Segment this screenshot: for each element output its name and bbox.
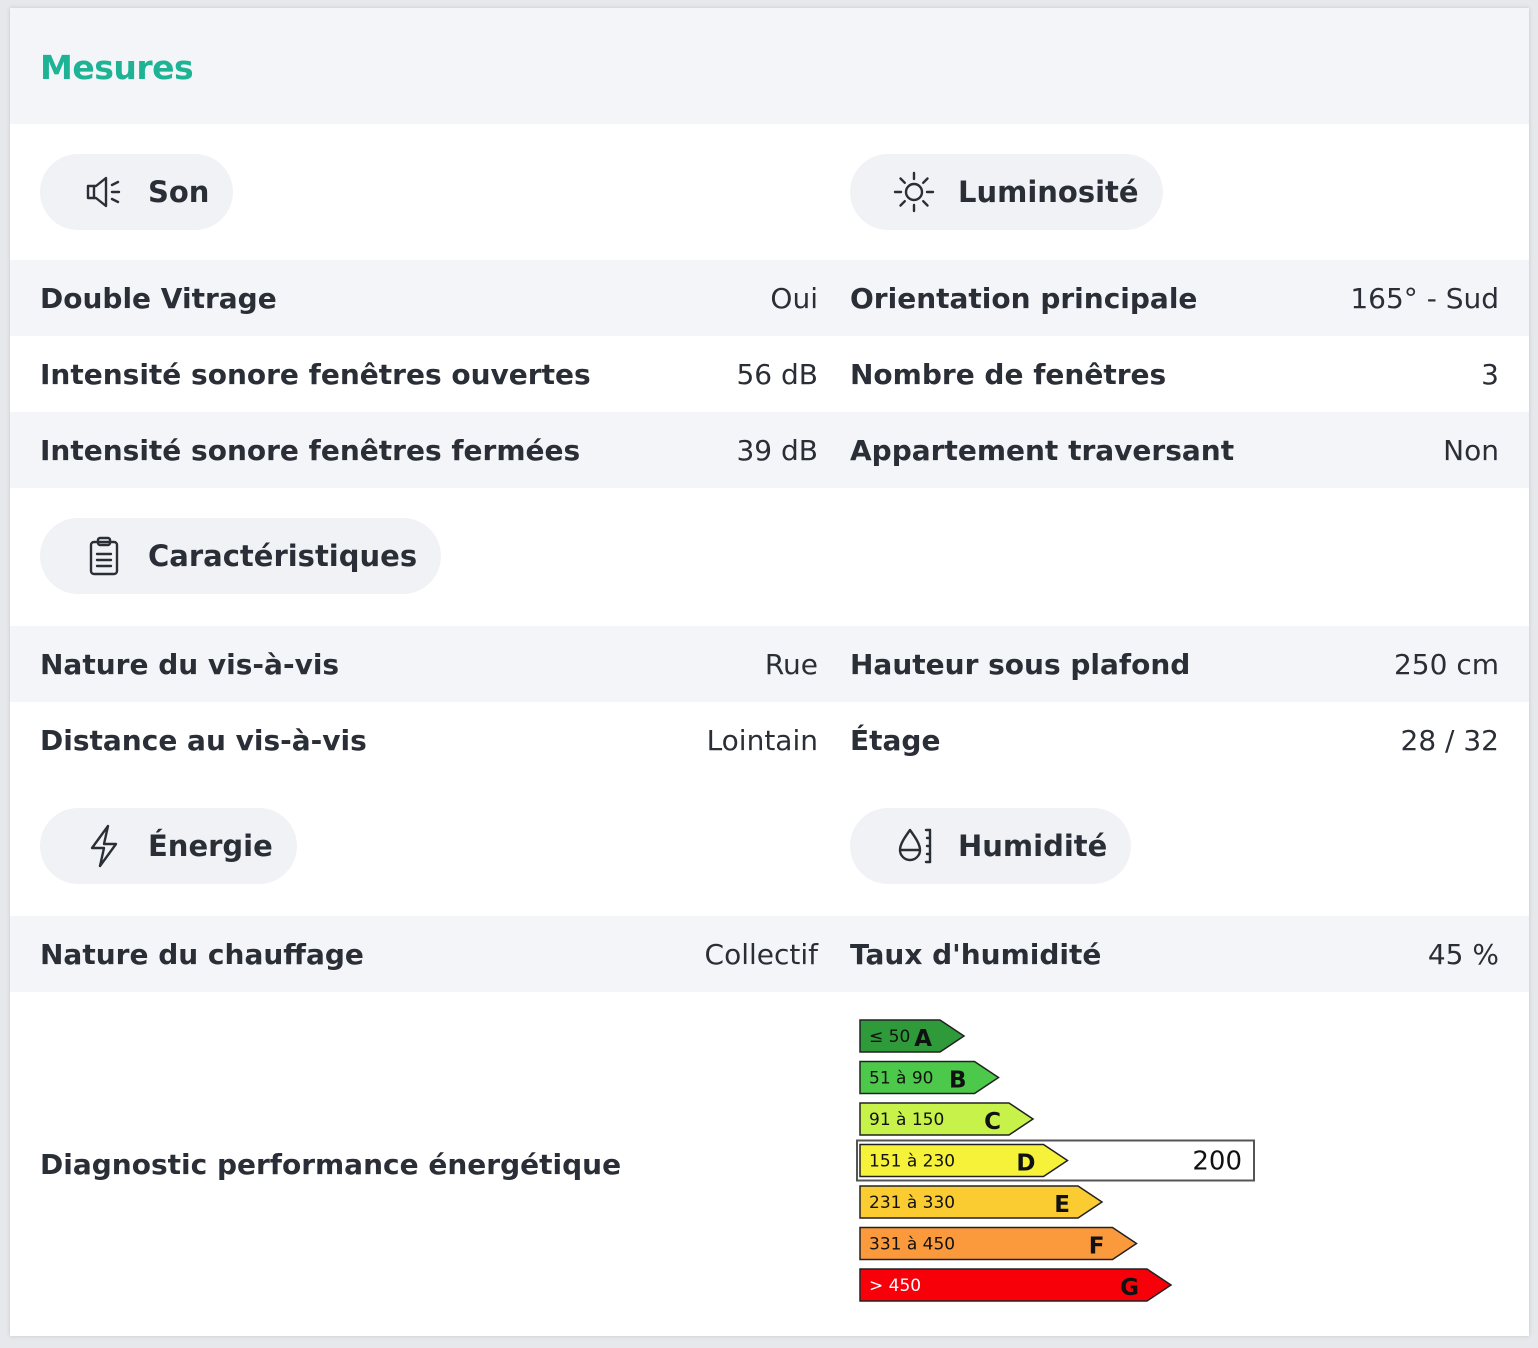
detail-row: Intensité sonore fenêtres fermées 39 dB xyxy=(40,412,818,488)
row-key: Orientation principale xyxy=(850,281,1198,315)
detail-row: Hauteur sous plafond 250 cm xyxy=(850,626,1499,702)
row-value: 28 / 32 xyxy=(1400,723,1500,757)
section-son-pill: Son xyxy=(40,154,234,230)
section-son-label: Son xyxy=(148,175,210,209)
dpe-letter: F xyxy=(1089,1234,1105,1260)
section-energie-pill: Énergie xyxy=(40,808,297,884)
sun-icon xyxy=(890,168,938,216)
dpe-range: 231 à 330 xyxy=(869,1193,955,1213)
row-key: Double Vitrage xyxy=(40,281,277,315)
dpe-letter: G xyxy=(1120,1275,1139,1301)
section-caracteristiques-pill: Caractéristiques xyxy=(40,518,442,594)
clipboard-icon xyxy=(80,532,128,580)
speaker-icon xyxy=(80,168,128,216)
row-value: Oui xyxy=(770,281,818,315)
row-key: Intensité sonore fenêtres fermées xyxy=(40,433,581,467)
dpe-letter: C xyxy=(984,1109,1001,1135)
dpe-range: 151 à 230 xyxy=(869,1152,955,1172)
row-key: Taux d'humidité xyxy=(850,937,1102,971)
row-value: 250 cm xyxy=(1393,647,1499,681)
row-value: 3 xyxy=(1481,357,1499,391)
row-key: Nature du chauffage xyxy=(40,937,364,971)
row-key: Appartement traversant xyxy=(850,433,1235,467)
lightning-icon xyxy=(80,822,128,870)
section-luminosite-pill: Luminosité xyxy=(850,154,1163,230)
dpe-chart: ≤ 50 A 51 à 90 B91 à 150 C 200 151 à 230 D 231 à… xyxy=(856,1019,1255,1302)
dpe-class-d: 200 151 à 230 D xyxy=(856,1139,1255,1182)
row-value: 56 dB xyxy=(736,357,818,391)
dpe-class-g: > 450 G xyxy=(859,1268,1173,1302)
row-key: Intensité sonore fenêtres ouvertes xyxy=(40,357,591,391)
dpe-letter: B xyxy=(949,1068,967,1094)
detail-row: Taux d'humidité 45 % xyxy=(850,916,1499,992)
section-caracteristiques-label: Caractéristiques xyxy=(148,539,418,573)
row-key: Nature du vis-à-vis xyxy=(40,647,340,681)
row-key: Distance au vis-à-vis xyxy=(40,723,367,757)
measures-card: Mesures Son Luminosité Double Vitrage Ou… xyxy=(10,8,1529,1336)
card-header: Mesures xyxy=(10,8,1529,124)
detail-row: Nature du chauffage Collectif xyxy=(40,916,818,992)
row-key: Nombre de fenêtres xyxy=(850,357,1167,391)
row-value: Lointain xyxy=(706,723,818,757)
row-value: 45 % xyxy=(1427,937,1499,971)
dpe-class-a: ≤ 50 A xyxy=(859,1019,966,1053)
row-value: 39 dB xyxy=(736,433,818,467)
dpe-letter: A xyxy=(914,1026,932,1052)
water-drop-icon xyxy=(890,822,938,870)
dpe-letter: E xyxy=(1054,1192,1070,1218)
card-title: Mesures xyxy=(40,48,194,87)
detail-row: Intensité sonore fenêtres ouvertes 56 dB xyxy=(40,336,818,412)
dpe-class-e: 231 à 330 E xyxy=(859,1185,1104,1219)
row-value: Non xyxy=(1443,433,1499,467)
dpe-range: ≤ 50 xyxy=(869,1027,910,1047)
detail-row: Nature du vis-à-vis Rue xyxy=(40,626,818,702)
dpe-class-c: 91 à 150 C xyxy=(859,1102,1035,1136)
dpe-value: 200 xyxy=(1192,1147,1242,1177)
dpe-letter: D xyxy=(1016,1151,1035,1177)
dpe-class-b: 51 à 90 B xyxy=(859,1060,1000,1095)
section-humidite-pill: Humidité xyxy=(850,808,1132,884)
row-value: Rue xyxy=(764,647,818,681)
dpe-range: 51 à 90 xyxy=(869,1069,934,1089)
row-value: Collectif xyxy=(704,937,818,971)
section-humidite-label: Humidité xyxy=(958,829,1108,863)
detail-row: Double Vitrage Oui xyxy=(40,260,818,336)
dpe-label: Diagnostic performance énergétique xyxy=(40,1148,622,1181)
section-luminosite-label: Luminosité xyxy=(958,175,1139,209)
detail-row: Nombre de fenêtres 3 xyxy=(850,336,1499,412)
section-energie-label: Énergie xyxy=(148,829,273,863)
detail-row: Étage 28 / 32 xyxy=(850,702,1499,778)
row-key: Étage xyxy=(850,723,941,757)
dpe-range: 331 à 450 xyxy=(869,1235,955,1255)
dpe-class-f: 331 à 450 F xyxy=(859,1226,1138,1261)
detail-row: Distance au vis-à-vis Lointain xyxy=(40,702,818,778)
detail-row: Orientation principale 165° - Sud xyxy=(850,260,1499,336)
row-key: Hauteur sous plafond xyxy=(850,647,1191,681)
dpe-range: 91 à 150 xyxy=(869,1110,944,1130)
row-value: 165° - Sud xyxy=(1350,281,1499,315)
dpe-range: > 450 xyxy=(869,1276,921,1296)
detail-row: Appartement traversant Non xyxy=(850,412,1499,488)
